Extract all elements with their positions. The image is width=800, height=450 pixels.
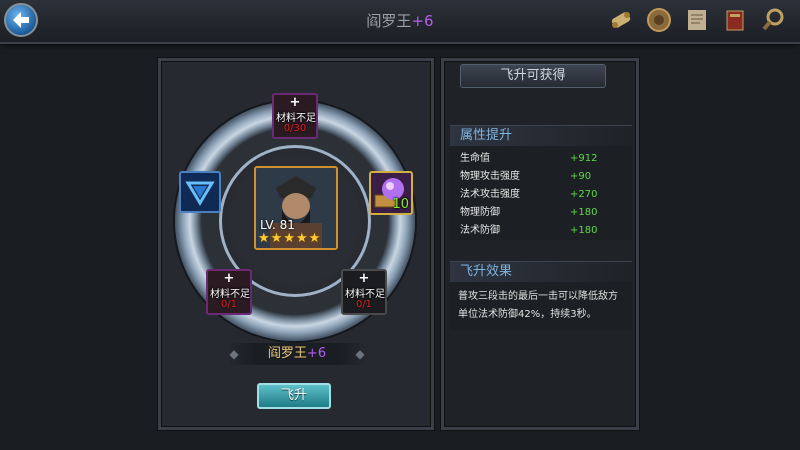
rune-triangle-icon bbox=[185, 181, 215, 206]
hero-name-plus: +6 bbox=[306, 346, 327, 361]
magnifier-icon[interactable] bbox=[758, 5, 788, 35]
attribute-name: 法术攻击强度 bbox=[460, 189, 520, 200]
ascension-panel: + 材料不足 0/30 LV. 81 ★ ★ ★ ★ ★ 10 + 材料不足 0… bbox=[158, 58, 434, 430]
page-title-name: 阎罗王 bbox=[366, 12, 412, 30]
star-icon: ★ bbox=[258, 231, 270, 246]
attribute-list: 生命值 +912 物理攻击强度 +90 法术攻击强度 +270 物理防御 +18… bbox=[450, 146, 632, 240]
hero-stars: ★ ★ ★ ★ ★ bbox=[258, 232, 320, 245]
ornament-right-icon: ◆ bbox=[355, 347, 365, 361]
material-status-label: 材料不足 bbox=[276, 113, 316, 124]
page-title-plus: +6 bbox=[411, 12, 434, 30]
hero-level: LV. 81 bbox=[260, 218, 295, 232]
attribute-row: 物理攻击强度 +90 bbox=[450, 168, 632, 186]
material-status-label: 材料不足 bbox=[210, 289, 250, 300]
top-icon-bar bbox=[606, 5, 788, 35]
star-icon: ★ bbox=[308, 231, 321, 246]
hero-portrait[interactable]: LV. 81 ★ ★ ★ ★ ★ bbox=[254, 166, 338, 250]
attribute-value: +912 bbox=[570, 153, 598, 164]
material-slot-top[interactable]: + 材料不足 0/30 bbox=[272, 93, 318, 139]
material-slot-bottom-right[interactable]: + 材料不足 0/1 bbox=[341, 269, 387, 315]
attribute-row: 物理防御 +180 bbox=[450, 204, 632, 222]
ascend-button[interactable]: 飞升 bbox=[257, 383, 331, 409]
star-icon: ★ bbox=[270, 231, 283, 246]
top-bar: 阎罗王+6 bbox=[0, 0, 800, 44]
hero-name-banner: ◆ 阎罗王+6 ◆ bbox=[227, 343, 367, 365]
scroll-icon[interactable] bbox=[606, 5, 636, 35]
attribute-section: 属性提升 生命值 +912 物理攻击强度 +90 法术攻击强度 +270 物理防… bbox=[450, 125, 632, 240]
effect-description: 普攻三段击的最后一击可以降低敌方单位法术防御42%，持续3秒。 bbox=[450, 282, 632, 330]
attribute-name: 生命值 bbox=[460, 153, 490, 164]
material-count: 0/1 bbox=[355, 299, 373, 310]
material-slot-right[interactable]: 10 bbox=[369, 171, 413, 215]
star-icon: ★ bbox=[283, 231, 295, 246]
attribute-row: 生命值 +912 bbox=[450, 150, 632, 168]
coin-icon[interactable] bbox=[644, 5, 674, 35]
attribute-section-title: 属性提升 bbox=[450, 125, 632, 146]
effect-section-title: 飞升效果 bbox=[450, 261, 632, 282]
material-count: 0/30 bbox=[283, 123, 307, 134]
material-quantity: 10 bbox=[392, 197, 409, 212]
material-slot-bottom-left[interactable]: + 材料不足 0/1 bbox=[206, 269, 252, 315]
attribute-value: +180 bbox=[570, 207, 598, 218]
material-status-label: 材料不足 bbox=[345, 289, 385, 300]
attribute-value: +270 bbox=[570, 189, 598, 200]
map-icon[interactable] bbox=[682, 5, 712, 35]
attribute-value: +180 bbox=[570, 225, 598, 236]
rewards-header: 飞升可获得 bbox=[460, 64, 606, 88]
attribute-name: 物理攻击强度 bbox=[460, 171, 520, 182]
attribute-value: +90 bbox=[570, 171, 592, 182]
attribute-name: 物理防御 bbox=[460, 207, 500, 218]
add-material-icon: + bbox=[358, 271, 370, 286]
rune-slot[interactable] bbox=[179, 171, 221, 213]
hero-name: 阎罗王 bbox=[267, 346, 307, 361]
add-material-icon: + bbox=[223, 271, 235, 286]
effect-section: 飞升效果 普攻三段击的最后一击可以降低敌方单位法术防御42%，持续3秒。 bbox=[450, 261, 632, 330]
book-icon[interactable] bbox=[720, 5, 750, 35]
rewards-panel: 飞升可获得 属性提升 生命值 +912 物理攻击强度 +90 法术攻击强度 +2… bbox=[441, 58, 639, 430]
material-count: 0/1 bbox=[220, 299, 238, 310]
attribute-row: 法术防御 +180 bbox=[450, 222, 632, 240]
ornament-left-icon: ◆ bbox=[229, 347, 239, 361]
add-material-icon: + bbox=[289, 95, 301, 110]
attribute-name: 法术防御 bbox=[460, 225, 500, 236]
attribute-row: 法术攻击强度 +270 bbox=[450, 186, 632, 204]
star-icon: ★ bbox=[295, 231, 308, 246]
